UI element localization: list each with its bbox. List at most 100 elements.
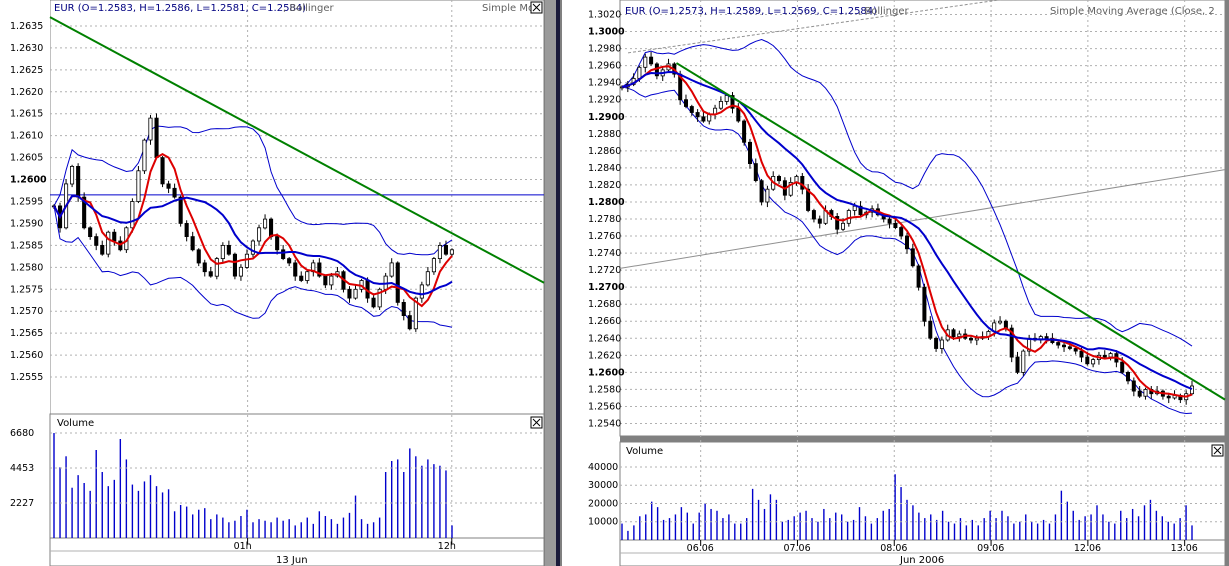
price-tick-label: 1.3020 [588,10,621,21]
left-price-panel[interactable] [49,0,545,417]
volume-tick-label: 4453 [10,463,34,474]
candle-body [100,244,105,255]
candle-body [753,163,758,182]
candle-body [281,249,286,260]
candle-body [637,66,642,79]
candle-body [70,165,75,185]
left-date-label: 13 Jun [276,555,308,566]
candle-body [293,262,298,277]
price-tick-label: 1.2565 [10,328,43,339]
price-tick-label: 1.2740 [588,248,621,259]
time-tick-label: 08.06 [880,543,907,554]
candle-body [1091,359,1096,365]
candle-body [353,288,358,299]
volume-tick-label: 30000 [588,480,618,491]
candle-body [401,301,406,316]
candle-body [106,231,111,255]
candle-body [275,236,280,251]
candle-body [425,271,430,286]
price-tick-label: 1.2900 [588,112,625,123]
candle-body [323,275,328,286]
right-indicator-label: , Bollinger [858,6,910,17]
candle-body [214,258,219,277]
left-chart-window: 1.2555 1.2560 1.2565 1.2570 1.2575 1.2580 1.25… [0,0,545,566]
candle-body [1190,385,1195,395]
candle-body [742,120,747,143]
candle-body [389,262,394,277]
candle-body [1062,344,1067,348]
time-tick-label: 06.06 [687,543,714,554]
left-indicator-label: , Bollinger [283,3,335,14]
candle-body [759,180,764,203]
candle-body [1003,320,1008,329]
candle-body [160,157,165,185]
price-tick-label: 1.2575 [10,284,43,295]
price-tick-label: 1.2560 [10,350,43,361]
volume-tick-label: 40000 [588,462,618,473]
candle-body [841,222,846,230]
time-tick-label: 07.06 [783,543,810,554]
price-tick-label: 1.2555 [10,372,43,383]
candle-body [112,231,117,242]
candle-body [928,320,933,339]
price-tick-label: 1.2960 [588,61,621,72]
candle-body [969,337,974,341]
candle-body [1056,342,1061,346]
candle-body [1166,395,1171,399]
right-volume-close-icon[interactable] [1211,444,1224,457]
volume-tick-label: 20000 [588,498,618,509]
candle-body [684,99,689,107]
price-tick-label: 1.2600 [588,367,625,378]
left-volume-close-icon[interactable] [530,416,543,429]
candle-body [154,117,159,158]
candle-body [407,315,412,330]
price-tick-label: 1.2540 [588,418,621,429]
left-price-axis: 1.2555 1.2560 1.2565 1.2570 1.2575 1.2580 1.25… [10,21,47,383]
left-axis-strip [0,0,50,566]
price-tick-label: 1.2625 [10,65,43,76]
candle-body [178,196,183,224]
candle-body [934,337,939,349]
price-tick-label: 1.2860 [588,146,621,157]
candle-body [305,271,310,281]
candle-body [244,253,250,268]
time-tick-label: 13.06 [1171,543,1198,554]
candle-body [256,227,262,242]
candle-body [419,284,424,299]
price-tick-label: 1.2570 [10,306,43,317]
price-tick-label: 1.2620 [10,87,43,98]
price-tick-label: 1.2615 [10,109,43,120]
candle-body [905,235,910,250]
candle-body [238,266,244,277]
candle-body [718,101,723,109]
time-tick-label: 09.06 [977,543,1004,554]
candle-body [998,320,1003,324]
candle-body [649,56,654,65]
candle-body [1137,390,1142,397]
candle-body [371,297,376,308]
candle-body [1085,356,1090,365]
candle-body [443,244,448,255]
time-tick-label: 12.06 [1074,543,1101,554]
candle-body [431,258,436,273]
candle-body [172,187,177,198]
candle-body [166,183,171,189]
candle-body [76,165,81,198]
candle-body [287,258,292,264]
candle-body [184,222,189,237]
price-tick-label: 1.2920 [588,95,621,106]
candle-body [220,244,225,259]
candle-body [437,244,442,259]
left-panel-close-icon[interactable] [530,1,543,14]
price-tick-label: 1.2660 [588,316,621,327]
candle-body [142,139,147,172]
price-tick-label: 1.2580 [588,384,621,395]
candle-body [148,117,153,141]
candle-body [262,218,268,229]
price-tick-label: 1.2580 [10,262,43,273]
candle-body [701,116,706,122]
left-chart-header: EUR (O=1.2583, H=1.2586, L=1.2581, C=1.2… [54,3,306,14]
candle-body [88,227,93,238]
candle-body [268,218,274,238]
price-tick-label: 1.2630 [10,43,43,54]
